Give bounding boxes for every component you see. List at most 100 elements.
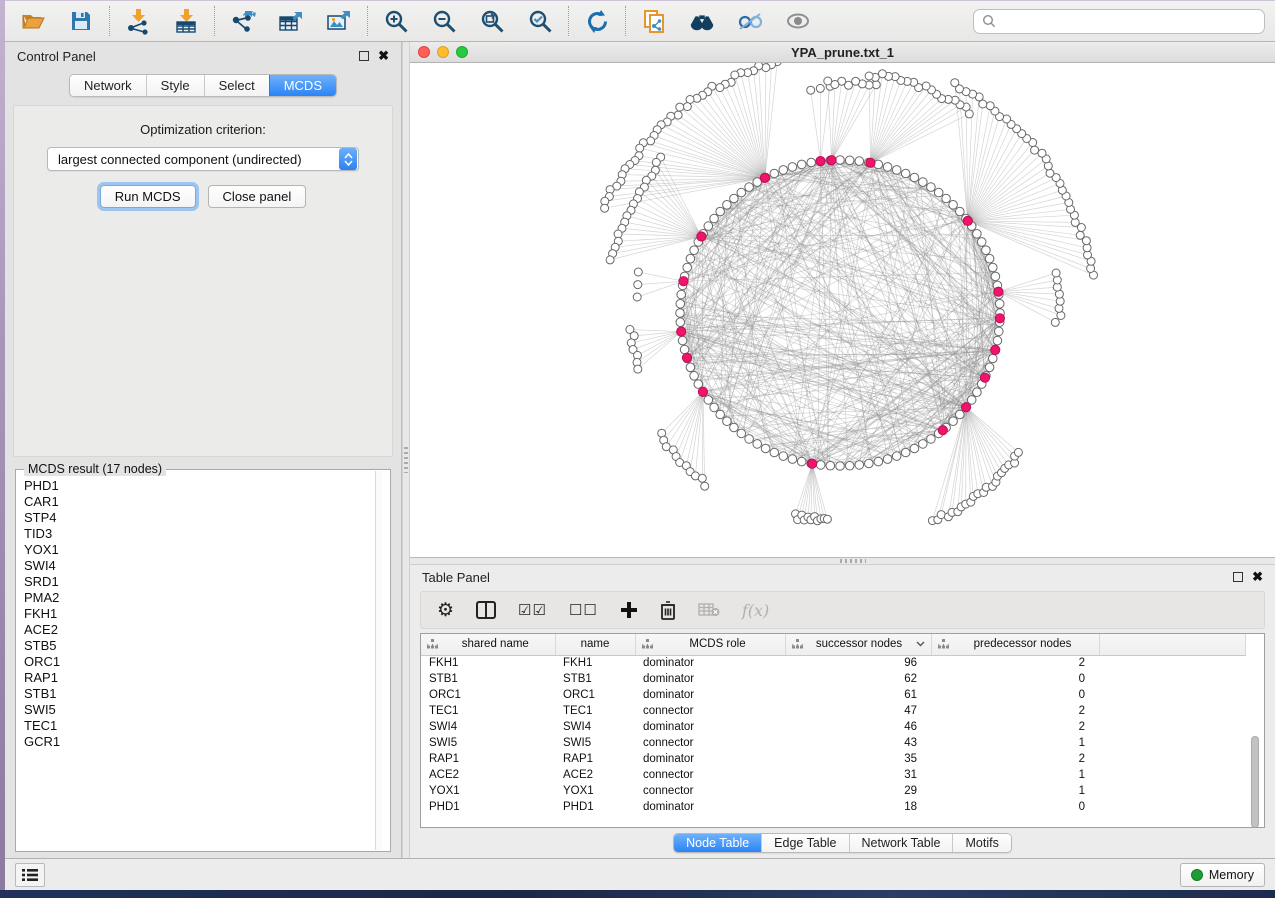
apply-function-icon[interactable]: f(x) xyxy=(742,601,769,620)
table-scrollbar[interactable] xyxy=(1251,658,1261,823)
cell-mcds_role[interactable]: connector xyxy=(635,783,785,799)
network-node[interactable] xyxy=(723,417,732,426)
network-node[interactable] xyxy=(949,417,958,426)
network-node[interactable] xyxy=(865,459,874,468)
cell-mcds_role[interactable]: connector xyxy=(635,735,785,751)
dominator-node[interactable] xyxy=(938,426,947,435)
leaf-node[interactable] xyxy=(1052,269,1060,277)
cell-shared_name[interactable]: TEC1 xyxy=(421,703,555,719)
network-node[interactable] xyxy=(993,336,1002,345)
leaf-node[interactable] xyxy=(823,515,831,523)
leaf-node[interactable] xyxy=(683,103,691,111)
cell-mcds_role[interactable]: dominator xyxy=(635,751,785,767)
close-panel-icon[interactable]: ✖ xyxy=(378,51,389,61)
list-item[interactable]: SWI5 xyxy=(24,702,388,718)
show-columns-icon[interactable] xyxy=(476,601,496,619)
leaf-node[interactable] xyxy=(601,204,609,212)
table-row[interactable]: RAP1RAP1dominator352 xyxy=(421,751,1246,767)
network-node[interactable] xyxy=(788,455,797,464)
network-node[interactable] xyxy=(973,388,982,397)
vertical-splitter[interactable] xyxy=(402,42,410,858)
leaf-node[interactable] xyxy=(1014,448,1022,456)
dominator-node[interactable] xyxy=(827,156,836,165)
tab-select[interactable]: Select xyxy=(204,75,269,96)
tab-mcds[interactable]: MCDS xyxy=(269,75,336,96)
column-header-predecessor_nodes[interactable]: predecessor nodes xyxy=(931,634,1099,655)
cell-mcds_role[interactable]: connector xyxy=(635,703,785,719)
memory-button[interactable]: Memory xyxy=(1180,863,1265,887)
network-node[interactable] xyxy=(956,207,965,216)
table-row[interactable]: STB1STB1dominator620 xyxy=(421,671,1246,687)
list-item[interactable]: SRD1 xyxy=(24,574,388,590)
delete-column-icon[interactable] xyxy=(660,601,676,620)
cell-successor_nodes[interactable]: 18 xyxy=(785,799,931,815)
leaf-node[interactable] xyxy=(652,158,660,166)
dominator-node[interactable] xyxy=(994,287,1003,296)
zoom-out-icon[interactable] xyxy=(430,7,458,35)
network-node[interactable] xyxy=(942,194,951,203)
cell-successor_nodes[interactable]: 43 xyxy=(785,735,931,751)
dominator-node[interactable] xyxy=(963,216,972,225)
cell-predecessor_nodes[interactable]: 2 xyxy=(931,655,1099,671)
cell-shared_name[interactable]: FKH1 xyxy=(421,655,555,671)
network-node[interactable] xyxy=(989,354,998,363)
network-node[interactable] xyxy=(788,163,797,172)
network-node[interactable] xyxy=(797,160,806,169)
list-item[interactable]: YOX1 xyxy=(24,542,388,558)
network-node[interactable] xyxy=(901,448,910,457)
dominator-node[interactable] xyxy=(995,314,1004,323)
cell-successor_nodes[interactable]: 29 xyxy=(785,783,931,799)
network-node[interactable] xyxy=(690,246,699,255)
show-all-icon[interactable] xyxy=(784,7,812,35)
apply-layout-refresh-icon[interactable] xyxy=(583,7,611,35)
list-item[interactable]: STP4 xyxy=(24,510,388,526)
dominator-node[interactable] xyxy=(679,277,688,286)
import-table-icon[interactable] xyxy=(172,7,200,35)
list-item[interactable]: FKH1 xyxy=(24,606,388,622)
cell-predecessor_nodes[interactable]: 1 xyxy=(931,783,1099,799)
network-node[interactable] xyxy=(892,452,901,461)
search-input[interactable] xyxy=(1001,14,1256,28)
table-row[interactable]: SWI4SWI4dominator462 xyxy=(421,719,1246,735)
network-node[interactable] xyxy=(836,156,845,165)
network-node[interactable] xyxy=(676,309,685,318)
cell-shared_name[interactable]: PHD1 xyxy=(421,799,555,815)
cell-predecessor_nodes[interactable]: 1 xyxy=(931,735,1099,751)
cell-name[interactable]: STB1 xyxy=(555,671,635,687)
dominator-node[interactable] xyxy=(816,157,825,166)
network-node[interactable] xyxy=(919,178,928,187)
network-node[interactable] xyxy=(949,201,958,210)
network-node[interactable] xyxy=(710,214,719,223)
dominator-node[interactable] xyxy=(760,173,769,182)
cell-mcds_role[interactable]: dominator xyxy=(635,687,785,703)
export-image-icon[interactable] xyxy=(325,7,353,35)
list-item[interactable]: SWI4 xyxy=(24,558,388,574)
cell-successor_nodes[interactable]: 47 xyxy=(785,703,931,719)
cell-name[interactable]: SWI5 xyxy=(555,735,635,751)
cell-mcds_role[interactable]: dominator xyxy=(635,719,785,735)
network-node[interactable] xyxy=(927,435,936,444)
leaf-node[interactable] xyxy=(951,79,959,87)
network-canvas[interactable] xyxy=(410,63,1275,557)
cell-name[interactable]: PHD1 xyxy=(555,799,635,815)
table-row[interactable]: YOX1YOX1connector291 xyxy=(421,783,1246,799)
table-options-gear-icon[interactable]: ⚙ xyxy=(437,601,454,620)
network-node[interactable] xyxy=(745,435,754,444)
network-node[interactable] xyxy=(730,423,739,432)
network-node[interactable] xyxy=(753,440,762,449)
close-panel-button[interactable]: Close panel xyxy=(208,185,307,208)
open-file-icon[interactable] xyxy=(19,7,47,35)
network-node[interactable] xyxy=(723,201,732,210)
table-scrollbar-thumb[interactable] xyxy=(1251,736,1259,828)
tab-node-table[interactable]: Node Table xyxy=(674,834,761,852)
run-mcds-button[interactable]: Run MCDS xyxy=(100,185,196,208)
select-all-rows-icon[interactable]: ☑☑ xyxy=(518,601,547,619)
dominator-node[interactable] xyxy=(808,459,817,468)
dominator-node[interactable] xyxy=(677,327,686,336)
export-network-icon[interactable] xyxy=(229,7,257,35)
leaf-node[interactable] xyxy=(676,103,684,111)
network-node[interactable] xyxy=(730,194,739,203)
network-node[interactable] xyxy=(704,222,713,231)
float-panel-icon[interactable] xyxy=(359,51,369,61)
leaf-node[interactable] xyxy=(701,482,709,490)
